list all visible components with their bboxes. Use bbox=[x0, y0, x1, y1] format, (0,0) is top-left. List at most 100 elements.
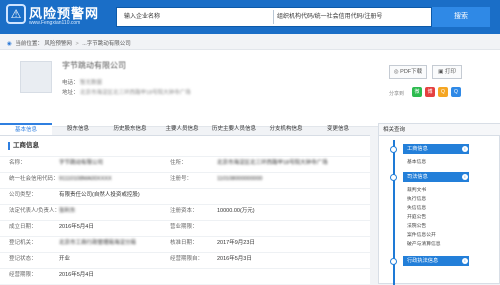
sidebar-group-judicial[interactable]: 司法信息 bbox=[403, 172, 469, 182]
address-label: 地址： bbox=[62, 90, 79, 96]
breadcrumb-home-link[interactable]: 风险预警网 bbox=[44, 41, 72, 47]
shield-icon: ⚠ bbox=[6, 4, 26, 24]
info-value-2: 北京市海淀区北三环西路甲18号院大钟寺广场 bbox=[217, 160, 328, 166]
info-label: 名称： bbox=[9, 160, 26, 166]
detail-tabs: 基本信息 股东信息 历史股东信息 主要人员信息 历史主要人员信息 分支机构信息 … bbox=[0, 123, 370, 135]
info-label: 经营期限： bbox=[9, 272, 37, 278]
address-value: 北京市海淀区北三环西路甲18号院大钟寺广场 bbox=[80, 90, 191, 96]
company-name: 字节跳动有限公司 bbox=[62, 61, 126, 70]
pdf-download-button[interactable]: ◎ PDF下载 bbox=[389, 65, 427, 79]
sidebar-item-hearing-notices[interactable]: 开庭公告 bbox=[407, 213, 426, 220]
printer-icon: ▣ bbox=[438, 69, 444, 75]
company-card: 字节跳动有限公司 电话： 暂无数据 地址： 北京市海淀区北三环西路甲18号院大钟… bbox=[0, 49, 500, 127]
tab-basic-info[interactable]: 基本信息 bbox=[0, 123, 52, 135]
info-label-2: 营业期限： bbox=[170, 224, 198, 230]
sidebar-group-administrative[interactable]: 行政执法信息 bbox=[403, 256, 469, 266]
timeline-dot bbox=[390, 174, 397, 181]
logo-url: www.Fengxian110.com bbox=[29, 20, 81, 26]
breadcrumb-separator: > bbox=[75, 41, 79, 47]
wechat-icon[interactable]: 微 bbox=[412, 87, 422, 97]
search-button[interactable]: 搜索 bbox=[432, 7, 490, 27]
info-icon: i bbox=[462, 174, 468, 180]
info-value-2: 110108000000000 bbox=[217, 176, 263, 182]
related-queries-title: 相关查询 bbox=[379, 124, 500, 136]
info-value: 北京市工商行政管理局海淀分局 bbox=[59, 240, 137, 246]
info-value: 2016年5月4日 bbox=[59, 224, 94, 230]
phone-label: 电话： bbox=[62, 80, 79, 86]
share-icons: 微 博 Q Q bbox=[412, 87, 464, 99]
site-logo[interactable]: ⚠ 风险预警网 www.Fengxian110.com bbox=[6, 3, 102, 31]
tab-history-key-personnel[interactable]: 历史主要人员信息 bbox=[208, 123, 260, 135]
info-value: 张利东 bbox=[59, 208, 76, 214]
tab-branches[interactable]: 分支机构信息 bbox=[260, 123, 312, 135]
info-row-registration-authority: 登记机关： 北京市工商行政管理局海淀分局 核准日期： 2017年9月23日 bbox=[0, 236, 370, 249]
sidebar-item-dishonesty-info[interactable]: 失信信息 bbox=[407, 204, 426, 211]
phone-value: 暂无数据 bbox=[80, 80, 103, 86]
tab-shareholders[interactable]: 股东信息 bbox=[52, 123, 104, 135]
info-row-name: 名称： 字节跳动有限公司 住所： 北京市海淀区北三环西路甲18号院大钟寺广场 bbox=[0, 156, 370, 169]
print-button[interactable]: ▣ 打印 bbox=[432, 65, 462, 79]
sidebar-item-case-disclosure[interactable]: 案件信息公开 bbox=[407, 231, 436, 238]
info-value-2: 2017年9月23日 bbox=[217, 240, 255, 246]
info-label: 登记状态： bbox=[9, 256, 37, 262]
breadcrumb-label: 当前位置： bbox=[15, 41, 43, 47]
company-address: 地址： 北京市海淀区北三环西路甲18号院大钟寺广场 bbox=[62, 88, 191, 96]
qq-icon[interactable]: Q bbox=[451, 87, 461, 97]
info-label-2: 注册资本： bbox=[170, 208, 198, 214]
info-row-founding-date: 成立日期： 2016年5月4日 营业期限： bbox=[0, 220, 370, 233]
business-info-title: 工商信息 bbox=[8, 142, 39, 150]
basic-info-panel: 工商信息 名称： 字节跳动有限公司 住所： 北京市海淀区北三环西路甲18号院大钟… bbox=[0, 135, 370, 284]
breadcrumb: ◉ 当前位置： 风险预警网 > ...字节跳动有限公司 bbox=[7, 39, 131, 47]
related-queries-panel: 相关查询 工商信息 i 基本信息 司法信息 i 裁判文书 执行信息 失信信息 开… bbox=[378, 123, 500, 285]
company-logo-placeholder bbox=[20, 61, 52, 93]
timeline-dot bbox=[390, 258, 397, 265]
info-value: 字节跳动有限公司 bbox=[59, 160, 104, 166]
tab-history-shareholders[interactable]: 历史股东信息 bbox=[104, 123, 156, 135]
info-value-2: 2016年5月3日 bbox=[217, 256, 252, 262]
info-label: 成立日期： bbox=[9, 224, 37, 230]
location-pin-icon: ◉ bbox=[7, 41, 12, 47]
info-label: 统一社会信用代码： bbox=[9, 176, 59, 182]
breadcrumb-current: ...字节跳动有限公司 bbox=[82, 41, 131, 47]
info-label-2: 经营期限自： bbox=[170, 256, 204, 262]
info-icon: i bbox=[462, 146, 468, 152]
print-label: 打印 bbox=[444, 69, 456, 75]
sidebar-item-judgments[interactable]: 裁判文书 bbox=[407, 186, 426, 193]
info-label-2: 注册号： bbox=[170, 176, 193, 182]
qzone-icon[interactable]: Q bbox=[438, 87, 448, 97]
info-value-2: 10000.00(万元) bbox=[217, 208, 255, 214]
info-label-2: 核准日期： bbox=[170, 240, 198, 246]
info-label: 公司类型： bbox=[9, 192, 37, 198]
info-label: 法定代表人/负责人： bbox=[9, 208, 61, 214]
share-label: 分享到 bbox=[389, 91, 405, 97]
info-icon: i bbox=[462, 258, 468, 264]
info-value: 2016年5月4日 bbox=[59, 272, 94, 278]
search-divider bbox=[273, 10, 274, 24]
search-box: 输入企业名称 组织机构代码/统一社会信用代码/注册号 bbox=[116, 7, 432, 27]
timeline-dot bbox=[390, 146, 397, 153]
company-phone: 电话： 暂无数据 bbox=[62, 78, 102, 86]
info-value: 有限责任公司(自然人投资或控股) bbox=[59, 192, 140, 198]
info-row-legal-rep: 法定代表人/负责人： 张利东 注册资本： 10000.00(万元) bbox=[0, 204, 370, 217]
info-row-company-type: 公司类型： 有限责任公司(自然人投资或控股) bbox=[0, 188, 370, 201]
credit-code-search-input[interactable]: 组织机构代码/统一社会信用代码/注册号 bbox=[277, 8, 427, 26]
pdf-icon: ◎ bbox=[393, 69, 399, 75]
sidebar-item-court-notices[interactable]: 法院公告 bbox=[407, 222, 426, 229]
sidebar-item-basic-info[interactable]: 基本信息 bbox=[407, 158, 426, 165]
info-row-credit-code: 统一社会信用代码： 91110108MA00XXXX 注册号： 11010800… bbox=[0, 172, 370, 185]
tab-key-personnel[interactable]: 主要人员信息 bbox=[156, 123, 208, 135]
info-value: 开业 bbox=[59, 256, 71, 262]
info-label: 登记机关： bbox=[9, 240, 37, 246]
sidebar-item-execution-info[interactable]: 执行信息 bbox=[407, 195, 426, 202]
info-row-operating-period: 经营期限： 2016年5月4日 bbox=[0, 268, 370, 281]
company-name-search-input[interactable]: 输入企业名称 bbox=[117, 8, 273, 26]
sidebar-group-business[interactable]: 工商信息 bbox=[403, 144, 469, 154]
top-header: ⚠ 风险预警网 www.Fengxian110.com 输入企业名称 组织机构代… bbox=[0, 0, 500, 34]
sidebar-item-bankruptcy[interactable]: 破产与清算信息 bbox=[407, 240, 441, 247]
tab-change-info[interactable]: 变更信息 bbox=[312, 123, 364, 135]
info-label-2: 住所： bbox=[170, 160, 187, 166]
info-value: 91110108MA00XXXX bbox=[59, 176, 112, 182]
pdf-download-label: PDF下载 bbox=[400, 69, 423, 75]
info-row-status: 登记状态： 开业 经营期限自： 2016年5月3日 bbox=[0, 252, 370, 265]
weibo-icon[interactable]: 博 bbox=[425, 87, 435, 97]
